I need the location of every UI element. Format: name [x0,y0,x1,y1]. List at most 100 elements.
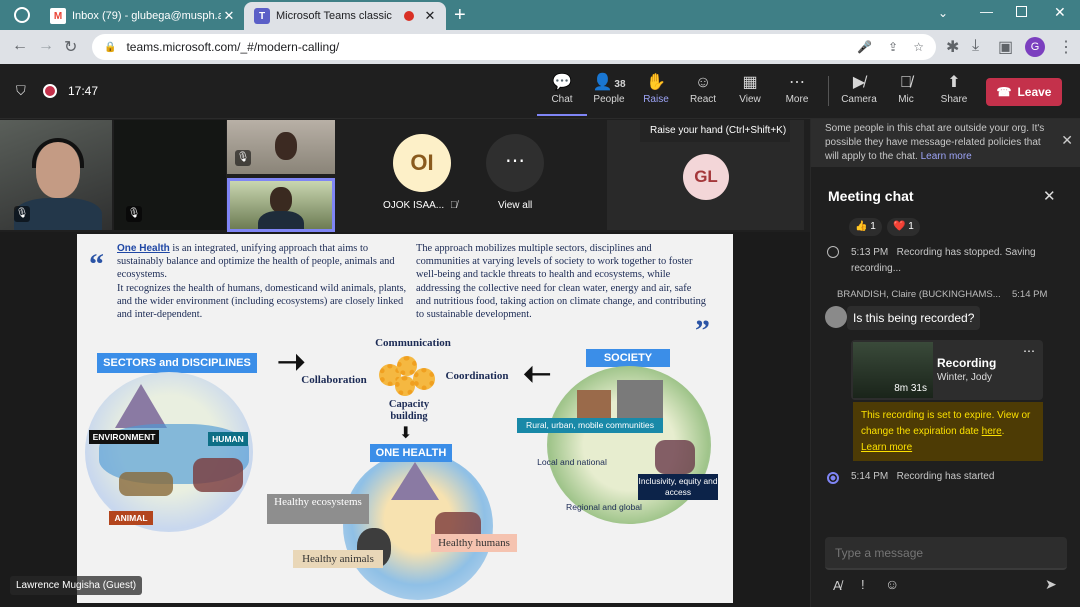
tab-teams[interactable]: T Microsoft Teams classic ✕ [244,2,446,30]
send-icon[interactable]: ➤ [1045,576,1057,593]
extensions-icon[interactable]: ✱ [946,37,959,57]
maximize-button[interactable] [1016,6,1027,17]
capacity-building-label: Capacity building [388,399,430,422]
people-icon: 👤 38 [592,74,626,91]
tab-list-icon[interactable]: ⌄ [938,6,948,20]
one-health-term: One Health [117,243,170,254]
close-icon[interactable]: ✕ [221,8,237,24]
download-icon[interactable]: ⤓ [972,37,979,55]
raise-label: Raise [643,94,669,105]
message-input[interactable] [825,537,1067,570]
healthy-humans-label: Healthy humans [431,534,517,552]
quote-open-icon: “ [89,248,104,281]
gears-icon [379,356,435,398]
mic-off-icon: 🎙̸ [450,200,458,211]
society-label: SOCIETY [586,349,670,367]
expire-learn-more-link[interactable]: Learn more [861,442,912,453]
environment-label: ENVIRONMENT [89,430,159,444]
banner-learn-more-link[interactable]: Learn more [921,151,972,162]
url-text: teams.microsoft.com/_#/modern-calling/ [126,40,340,54]
view-all-label[interactable]: View all [498,200,532,211]
leave-label: Leave [1017,85,1052,99]
recording-indicator-icon [43,84,57,98]
bookmark-star-icon[interactable]: ☆ [913,40,924,54]
view-button[interactable]: ▦ View [725,72,775,116]
chrome-menu-icon[interactable]: ⋮ [1058,37,1074,57]
reload-icon[interactable]: ↻ [64,37,77,57]
leave-button[interactable]: ☎ Leave [986,78,1062,106]
chat-message: Is this being recorded? [847,306,981,330]
people-button[interactable]: 👤 38 People [584,72,634,116]
close-chat-icon[interactable]: ✕ [1043,187,1056,205]
new-tab-button[interactable]: + [454,4,466,27]
regional-global-label: Regional and global [566,502,642,512]
close-icon[interactable]: ✕ [422,8,438,24]
participant-video-1[interactable]: 🎙 [0,120,112,230]
minimize-button[interactable]: — [980,4,993,19]
chat-label: Chat [551,94,573,105]
coordination-label: Coordination [445,370,509,382]
mic-button[interactable]: 🎙̸ Mic [881,72,931,116]
profile-avatar[interactable]: G [1025,37,1045,57]
participant-video-active[interactable] [227,178,335,232]
share-page-icon[interactable]: ⇪ [888,40,898,54]
chat-button[interactable]: 💬 Chat [537,72,587,116]
side-panel-icon[interactable]: ▣ [998,37,1013,57]
react-icon: ☺ [694,74,712,91]
external-org-banner: Some people in this chat are outside you… [811,119,1080,167]
meeting-toolbar: ⛉ 17:47 💬 Chat 👤 38 People ✋ Raise ☺ Reac… [0,64,1080,119]
local-national-label: Local and national [537,457,607,467]
recording-expire-notice: This recording is set to expire. View or… [853,402,1043,461]
url-bar[interactable]: 🔒 teams.microsoft.com/_#/modern-calling/… [92,34,936,60]
mic-icon[interactable]: 🎤 [857,40,872,54]
react-label: React [689,94,717,105]
reaction-thumbs-up[interactable]: 👍 1 [849,218,882,236]
forward-icon[interactable]: → [38,37,54,55]
tab-gmail[interactable]: M Inbox (79) - glubega@musph.ac ✕ [40,2,245,30]
view-label: View [739,94,761,105]
reaction-heart[interactable]: ❤️ 1 [887,218,920,236]
chrome-menu-icon[interactable] [14,7,30,23]
camera-button[interactable]: ▶︎̸ Camera [834,72,884,116]
people-group [193,458,243,492]
participant-video-3[interactable]: 🎙 [227,120,335,174]
address-toolbar: ← → ↻ 🔒 teams.microsoft.com/_#/modern-ca… [0,30,1080,64]
participant-name: OJOK ISAA... [383,200,445,211]
headset-shape [32,138,84,168]
more-options-icon[interactable]: ⋯ [1023,344,1035,358]
more-label: More [785,94,809,105]
raise-hand-button[interactable]: ✋ Raise [631,72,681,116]
format-icon[interactable]: A̸ [833,578,842,593]
recording-card[interactable]: 8m 31s Recording Winter, Jody ⋯ [851,340,1043,400]
recording-stopped-icon [827,246,839,258]
animal-label: ANIMAL [109,511,153,525]
recording-started-icon [827,472,839,484]
participant-video-2[interactable]: 🎙 [114,120,226,230]
view-all-button[interactable]: ⋯ [486,134,544,192]
emoji-icon[interactable]: ☺ [885,576,899,592]
priority-icon[interactable]: ! [861,577,865,592]
mic-off-icon: 🎙 [14,206,30,222]
collaboration-label: Collaboration [301,374,367,386]
close-icon[interactable]: ✕ [1061,133,1073,147]
mountain-shape [115,384,167,428]
healthy-animals-label: Healthy animals [293,550,383,568]
more-button[interactable]: ⋯ More [772,72,822,116]
teams-icon: T [254,8,270,24]
slide-left-paragraph: One Health is an integrated, unifying ap… [117,243,407,321]
toolbar-divider [828,76,829,106]
react-button[interactable]: ☺ React [678,72,728,116]
healthy-ecosystems-label: Healthy ecosystems [267,494,369,524]
mic-label: Mic [898,94,914,105]
back-icon[interactable]: ← [12,37,28,55]
close-window-button[interactable]: ✕ [1054,4,1066,21]
participant-face [275,132,297,160]
mic-off-icon: 🎙̸ [900,74,912,91]
arrow-down-icon: ⬇ [399,425,413,442]
meeting-timer: 17:47 [68,84,99,98]
avatar-oi[interactable]: OI [393,134,451,192]
share-button[interactable]: ⬆ Share [929,72,979,116]
recording-author: Winter, Jody [937,372,993,383]
presenter-name-badge: Lawrence Mugisha (Guest) [10,576,143,595]
expire-here-link[interactable]: here [982,426,1002,437]
